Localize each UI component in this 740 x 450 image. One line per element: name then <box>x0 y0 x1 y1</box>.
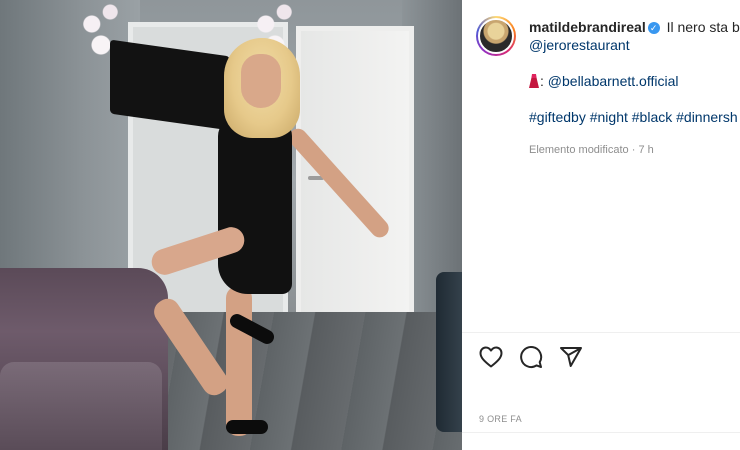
photo-sofa-seat <box>0 362 162 450</box>
post-photo[interactable] <box>0 0 462 450</box>
caption-start-text: Il nero sta be <box>666 19 740 35</box>
edited-time[interactable]: 7 h <box>638 144 653 156</box>
photo-person-face <box>241 54 281 108</box>
caption-text: matildebrandireal ✓ Il nero sta be @jeror… <box>529 18 740 126</box>
dress-emoji-icon <box>529 74 539 88</box>
edited-label: Elemento modificato <box>529 144 629 156</box>
comment-button[interactable] <box>518 344 544 370</box>
hashtag-line: #giftedby #night #black #dinnersh <box>529 108 740 126</box>
mention-dress-link[interactable]: @bellabarnett.official <box>548 73 679 89</box>
hashtag-link[interactable]: #giftedby <box>529 109 586 125</box>
photo-chair <box>436 272 462 432</box>
share-button[interactable] <box>558 344 584 370</box>
edited-meta: Elemento modificato · 7 h <box>529 144 654 156</box>
avatar[interactable] <box>476 16 516 56</box>
hashtag-link[interactable]: #black <box>632 109 672 125</box>
divider <box>462 432 740 433</box>
comment-icon <box>520 346 543 368</box>
meta-separator: · <box>631 144 636 156</box>
post-timestamp[interactable]: 9 ORE FA <box>479 414 522 424</box>
divider <box>462 332 740 333</box>
photo-person-shoe <box>226 420 268 434</box>
dress-prefix-text: : <box>540 73 548 89</box>
username-link[interactable]: matildebrandireal <box>529 19 646 35</box>
avatar-image <box>478 18 514 54</box>
hashtag-link[interactable]: #night <box>590 109 628 125</box>
like-button[interactable] <box>478 344 504 370</box>
send-icon <box>560 347 582 367</box>
photo-person-dress <box>218 118 292 294</box>
action-bar <box>478 344 584 370</box>
verified-badge-icon: ✓ <box>647 22 660 34</box>
mention-restaurant-link[interactable]: @jerorestaurant <box>529 36 740 54</box>
hashtag-link[interactable]: #dinnersh <box>676 109 738 125</box>
heart-icon <box>479 346 503 368</box>
photo-door <box>296 26 414 318</box>
post-side-panel: matildebrandireal ✓ Il nero sta be @jeror… <box>462 0 740 450</box>
photo-person-leg <box>226 286 252 436</box>
